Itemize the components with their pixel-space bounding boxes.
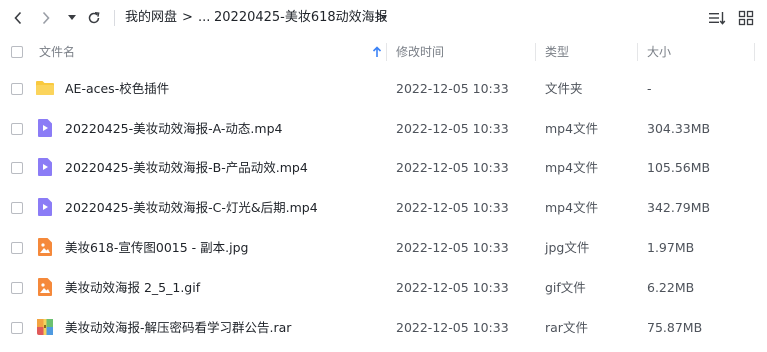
image-file-icon <box>38 278 52 296</box>
file-name[interactable]: 20220425-美妆动效海报-C-灯光&后期.mp4 <box>65 200 318 216</box>
row-checkbox[interactable] <box>11 202 23 214</box>
dropdown-icon <box>68 15 76 20</box>
breadcrumb-current: 20220425-美妆618动效海报 <box>214 10 388 25</box>
file-row[interactable]: 美妆动效海报-解压密码看学习群公告.rar 2022-12-05 10:33 r… <box>0 308 767 347</box>
video-file-icon <box>38 198 52 216</box>
sort-button[interactable] <box>708 9 726 27</box>
forward-button[interactable] <box>36 8 56 28</box>
row-checkbox[interactable] <box>11 242 23 254</box>
refresh-button[interactable] <box>84 8 104 28</box>
breadcrumb-separator: > <box>182 10 193 25</box>
column-modified[interactable]: 修改时间 <box>396 44 444 60</box>
file-row[interactable]: 美妆618-宣传图0015 - 副本.jpg 2022-12-05 10:33 … <box>0 228 767 267</box>
file-size: 1.97MB <box>647 240 695 255</box>
column-separator[interactable] <box>386 43 387 61</box>
file-name[interactable]: 20220425-美妆动效海报-B-产品动效.mp4 <box>65 160 308 176</box>
video-file-icon <box>38 119 52 137</box>
file-type: 文件夹 <box>545 81 583 96</box>
row-checkbox[interactable] <box>11 162 23 174</box>
top-bar: 我的网盘 > ... 20220425-美妆618动效海报 > <box>0 0 767 36</box>
row-checkbox[interactable] <box>11 322 23 334</box>
file-row[interactable]: 美妆动效海报 2_5_1.gif 2022-12-05 10:33 gif文件 … <box>0 268 767 307</box>
file-row[interactable]: 20220425-美妆动效海报-A-动态.mp4 2022-12-05 10:3… <box>0 109 767 148</box>
archive-file-icon <box>37 319 53 335</box>
file-type: jpg文件 <box>545 240 590 255</box>
sort-icon <box>709 12 726 25</box>
toolbar-divider <box>114 10 115 26</box>
file-row[interactable]: AE-aces-校色插件 2022-12-05 10:33 文件夹 - <box>0 69 767 108</box>
file-modified: 2022-12-05 10:33 <box>396 280 509 295</box>
file-size: 105.56MB <box>647 160 711 175</box>
breadcrumb-root[interactable]: 我的网盘 <box>125 10 177 26</box>
file-name[interactable]: AE-aces-校色插件 <box>65 81 169 97</box>
grid-view-icon <box>738 10 754 26</box>
file-name[interactable]: 20220425-美妆动效海报-A-动态.mp4 <box>65 121 282 137</box>
sort-ascending-icon[interactable] <box>372 46 382 58</box>
file-name[interactable]: 美妆618-宣传图0015 - 副本.jpg <box>65 240 248 256</box>
file-name[interactable]: 美妆动效海报 2_5_1.gif <box>65 280 200 296</box>
file-size: 342.79MB <box>647 200 711 215</box>
column-separator[interactable] <box>754 43 755 61</box>
column-size[interactable]: 大小 <box>647 44 671 60</box>
breadcrumb-ellipsis[interactable]: ... <box>198 10 210 26</box>
column-name[interactable]: 文件名 <box>39 44 75 60</box>
file-modified: 2022-12-05 10:33 <box>396 320 509 335</box>
file-row[interactable]: 20220425-美妆动效海报-B-产品动效.mp4 2022-12-05 10… <box>0 148 767 187</box>
file-modified: 2022-12-05 10:33 <box>396 121 509 136</box>
column-separator[interactable] <box>637 43 638 61</box>
file-type: mp4文件 <box>545 160 599 175</box>
column-header: 文件名 修改时间 类型 大小 <box>0 36 767 68</box>
history-dropdown-button[interactable] <box>62 8 82 28</box>
back-button[interactable] <box>8 8 28 28</box>
file-size: 304.33MB <box>647 121 711 136</box>
row-checkbox[interactable] <box>11 83 23 95</box>
refresh-icon <box>88 12 100 24</box>
file-size: - <box>647 81 652 96</box>
image-file-icon <box>38 238 52 256</box>
file-modified: 2022-12-05 10:33 <box>396 160 509 175</box>
file-modified: 2022-12-05 10:33 <box>396 240 509 255</box>
forward-icon <box>42 11 50 25</box>
file-type: mp4文件 <box>545 121 599 136</box>
select-all-checkbox[interactable] <box>11 46 23 58</box>
file-name[interactable]: 美妆动效海报-解压密码看学习群公告.rar <box>65 320 291 336</box>
file-modified: 2022-12-05 10:33 <box>396 81 509 96</box>
file-size: 75.87MB <box>647 320 703 335</box>
breadcrumb-separator: > <box>376 10 387 25</box>
video-file-icon <box>38 158 52 176</box>
file-row[interactable]: 20220425-美妆动效海报-C-灯光&后期.mp4 2022-12-05 1… <box>0 188 767 227</box>
grid-view-button[interactable] <box>737 9 755 27</box>
file-size: 6.22MB <box>647 280 695 295</box>
column-type[interactable]: 类型 <box>545 44 569 60</box>
folder-icon <box>36 81 54 95</box>
file-type: gif文件 <box>545 280 586 295</box>
file-modified: 2022-12-05 10:33 <box>396 200 509 215</box>
back-icon <box>14 11 22 25</box>
file-type: rar文件 <box>545 320 588 335</box>
row-checkbox[interactable] <box>11 282 23 294</box>
column-separator[interactable] <box>535 43 536 61</box>
file-type: mp4文件 <box>545 200 599 215</box>
row-checkbox[interactable] <box>11 123 23 135</box>
